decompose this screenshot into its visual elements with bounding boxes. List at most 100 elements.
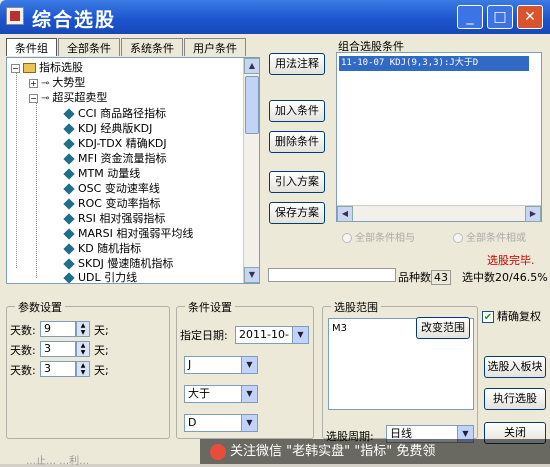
conditions-legend: 条件设置 [185, 299, 235, 315]
chevron-down-icon[interactable]: ▼ [241, 415, 257, 431]
tree-root[interactable]: − 指标选股 [11, 60, 83, 75]
tree-item[interactable]: MTM 动量线 [63, 166, 140, 181]
date-label: 指定日期: [180, 329, 228, 342]
tree-item-label: MFI 资金流量指标 [78, 152, 167, 165]
run-screening-button[interactable]: 执行选股 [484, 388, 546, 410]
param-unit: 天; [94, 344, 109, 357]
minimize-button[interactable]: _ [457, 5, 483, 29]
collapse-icon[interactable]: − [29, 93, 38, 103]
condition-tabs: 条件组 全部条件 系统条件 用户条件 [6, 38, 247, 56]
spinner-arrows-icon[interactable]: ▲ ▼ [76, 341, 90, 357]
spinner-arrows-icon[interactable]: ▲ ▼ [76, 361, 90, 377]
chevron-down-icon[interactable]: ▼ [292, 327, 308, 343]
tree-item[interactable]: KDJ 经典版KDJ [63, 121, 152, 136]
scroll-right-arrow-icon[interactable]: ▶ [525, 206, 541, 222]
add-to-block-button[interactable]: 选股入板块 [484, 356, 546, 378]
param-input[interactable]: 3 [40, 341, 76, 357]
line2-select[interactable]: D ▼ [184, 414, 258, 432]
scroll-thumb[interactable] [245, 76, 259, 134]
exact-rights-label: 精确复权 [497, 310, 541, 323]
tree-item[interactable]: UDL 引力线 [63, 270, 138, 284]
chevron-down-icon[interactable]: ▼ [241, 386, 257, 402]
maximize-button[interactable]: □ [487, 5, 513, 29]
indicator-icon [63, 258, 75, 270]
indicator-icon [63, 168, 75, 180]
tree-item[interactable]: KD 随机指标 [63, 241, 141, 256]
param-label: 天数: [10, 364, 36, 377]
indicator-icon [63, 183, 75, 195]
param-label: 天数: [10, 344, 36, 357]
add-condition-button[interactable]: 加入条件 [269, 100, 325, 122]
line1-select[interactable]: J ▼ [184, 356, 258, 374]
window-title: 综合选股 [32, 9, 117, 31]
exact-rights-checkbox[interactable]: ✔ 精确复权 [482, 308, 541, 324]
chevron-down-icon[interactable]: ▼ [241, 357, 257, 373]
params-legend: 参数设置 [15, 299, 65, 315]
tree-group[interactable]: − ⊸ 超买超卖型 [29, 90, 107, 105]
list-item[interactable]: 11-10-07 KDJ(9,3,3):J大于D [339, 56, 529, 71]
tree-guide-line [36, 98, 37, 278]
radio-all-or-label: 全部条件相或 [466, 233, 526, 244]
watermark-text: 关注微信 "老韩实盘" "指标" 免费领 [230, 444, 436, 459]
tree-group[interactable]: + ⊸ 大势型 [29, 75, 85, 90]
operator-value: 大于 [188, 387, 210, 400]
wechat-logo-icon [210, 443, 226, 460]
selected-count: 选中数20/46.5% [462, 269, 548, 285]
scroll-up-arrow-icon[interactable]: ▲ [244, 58, 259, 74]
close-window-button[interactable]: ✕ [517, 5, 543, 29]
tab-condition-group[interactable]: 条件组 [6, 38, 57, 56]
tree-item[interactable]: MFI 资金流量指标 [63, 151, 167, 166]
collapse-icon[interactable]: − [11, 63, 20, 73]
indicator-icon [63, 153, 75, 165]
line2-value: D [188, 416, 197, 429]
spinner-arrows-icon[interactable]: ▲ ▼ [76, 321, 90, 337]
progress-bar [268, 268, 396, 282]
tree-item[interactable]: RSI 相对强弱指标 [63, 211, 165, 226]
key-icon: ⊸ [41, 77, 50, 89]
tree-scrollbar[interactable]: ▲ ▼ [243, 58, 259, 283]
list-hscrollbar[interactable]: ◀ ▶ [337, 205, 541, 222]
tab-all-conditions[interactable]: 全部条件 [58, 38, 120, 56]
indicator-icon [63, 108, 75, 120]
tree-item[interactable]: ROC 变动率指标 [63, 196, 160, 211]
tab-user-conditions[interactable]: 用户条件 [184, 38, 246, 56]
tree-item-label: MARSI 相对强弱平均线 [78, 227, 194, 240]
param-input[interactable]: 3 [40, 361, 76, 377]
tree-item-label: SKDJ 慢速随机指标 [78, 257, 174, 270]
scroll-left-arrow-icon[interactable]: ◀ [337, 206, 353, 222]
usage-notes-button[interactable]: 用法注释 [269, 53, 325, 75]
tab-system-conditions[interactable]: 系统条件 [121, 38, 183, 56]
tree-group-label: 大势型 [52, 76, 86, 89]
param-label: 天数: [10, 324, 36, 337]
param-input[interactable]: 9 [40, 321, 76, 337]
expand-icon[interactable]: + [29, 78, 38, 88]
watermark-banner: 关注微信 "老韩实盘" "指标" 免费领 [200, 439, 550, 464]
operator-select[interactable]: 大于 ▼ [184, 385, 258, 403]
radio-all-or[interactable]: 全部条件相或 [453, 229, 526, 244]
tree-item[interactable]: CCI 商品路径指标 [63, 106, 166, 121]
tree-item-label: UDL 引力线 [78, 271, 138, 284]
tree-item-label: MTM 动量线 [78, 167, 141, 180]
line1-value: J [188, 358, 192, 371]
tree-item[interactable]: SKDJ 慢速随机指标 [63, 256, 173, 271]
checkmark-icon[interactable]: ✔ [482, 311, 494, 323]
tree-item[interactable]: OSC 变动速率线 [63, 181, 160, 196]
save-plan-button[interactable]: 保存方案 [269, 202, 325, 224]
species-label: 品种数 [398, 271, 431, 284]
species-count: 品种数 43 [398, 269, 451, 285]
tree-item[interactable]: MARSI 相对强弱平均线 [63, 226, 193, 241]
tree-item-label: OSC 变动速率线 [78, 182, 160, 195]
tree-guide-line [16, 68, 17, 268]
status-text: 选股完毕. [487, 254, 535, 267]
radio-all-and[interactable]: 全部条件相与 [342, 229, 415, 244]
scroll-down-arrow-icon[interactable]: ▼ [244, 267, 259, 283]
tree-item-label: CCI 商品路径指标 [78, 107, 167, 120]
tree-item[interactable]: KDJ-TDX 精确KDJ [63, 136, 167, 151]
date-picker[interactable]: 2011-10- ▼ [235, 326, 309, 344]
title-bar[interactable]: 综合选股 _ □ ✕ [0, 0, 550, 34]
combo-conditions-list[interactable]: 11-10-07 KDJ(9,3,3):J大于D ◀ ▶ [336, 52, 542, 222]
import-plan-button[interactable]: 引入方案 [269, 171, 325, 193]
change-range-button[interactable]: 改变范围 [416, 317, 470, 339]
delete-condition-button[interactable]: 删除条件 [269, 131, 325, 153]
indicator-tree[interactable]: − 指标选股 + ⊸ 大势型 − ⊸ 超买超卖型 CCI 商品路径指标 KDJ 经典版KD… [6, 57, 260, 284]
